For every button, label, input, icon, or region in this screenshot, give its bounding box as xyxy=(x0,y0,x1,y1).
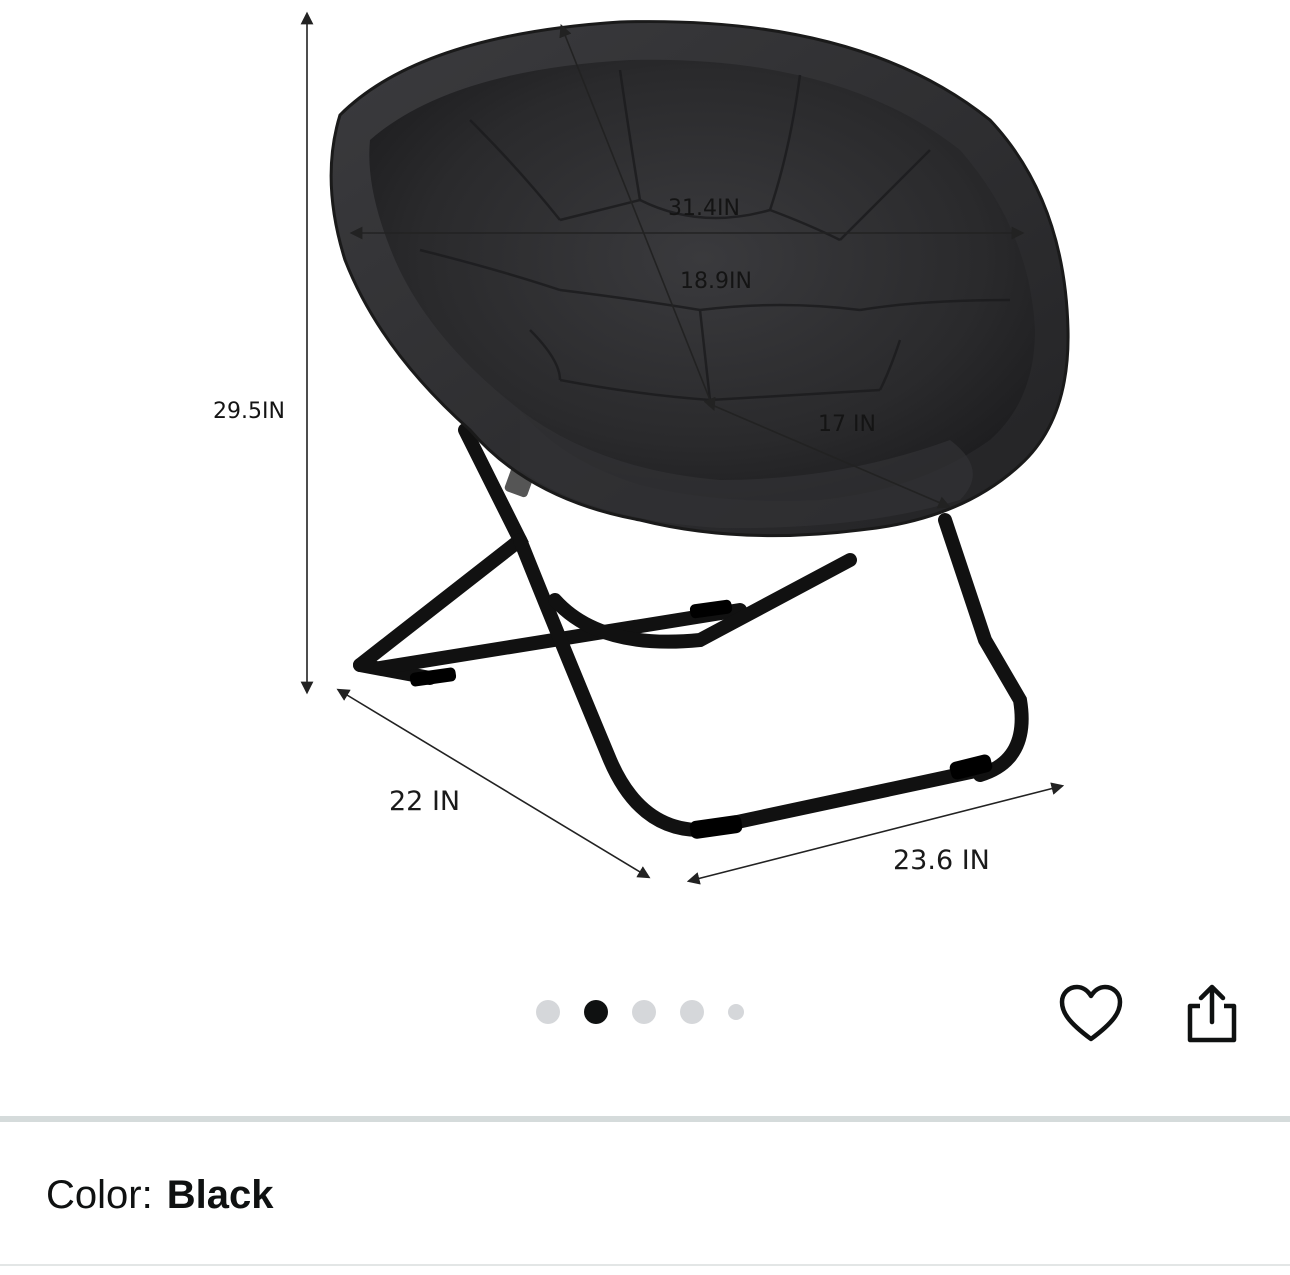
heart-icon xyxy=(1059,984,1123,1042)
dimension-width-top-label: 31.4IN xyxy=(668,196,740,221)
carousel-dot-4[interactable] xyxy=(680,1000,704,1024)
bottom-divider xyxy=(0,1264,1290,1266)
dimension-depth-label: 22 IN xyxy=(389,786,460,817)
color-value: Black xyxy=(166,1173,274,1217)
dimension-base-width-label: 23.6 IN xyxy=(893,845,990,876)
share-icon xyxy=(1187,984,1237,1043)
section-divider xyxy=(0,1116,1290,1122)
carousel-dot-3[interactable] xyxy=(632,1000,656,1024)
color-variation-row: Color: Black xyxy=(46,1173,273,1218)
dimension-seat-depth-label: 18.9IN xyxy=(680,269,752,294)
dimension-height-label: 29.5IN xyxy=(213,399,285,424)
dimension-seat-width-label: 17 IN xyxy=(818,412,876,437)
share-button[interactable] xyxy=(1184,982,1240,1046)
color-label: Color: xyxy=(46,1173,153,1217)
carousel-dot-2[interactable] xyxy=(584,1000,608,1024)
image-carousel-indicator[interactable] xyxy=(536,1000,768,1024)
carousel-dot-5[interactable] xyxy=(728,1004,744,1020)
product-image[interactable]: 29.5IN 31.4IN 18.9IN 17 IN 22 IN 23.6 IN xyxy=(0,0,1290,960)
carousel-dot-1[interactable] xyxy=(536,1000,560,1024)
favorite-button[interactable] xyxy=(1058,984,1124,1044)
